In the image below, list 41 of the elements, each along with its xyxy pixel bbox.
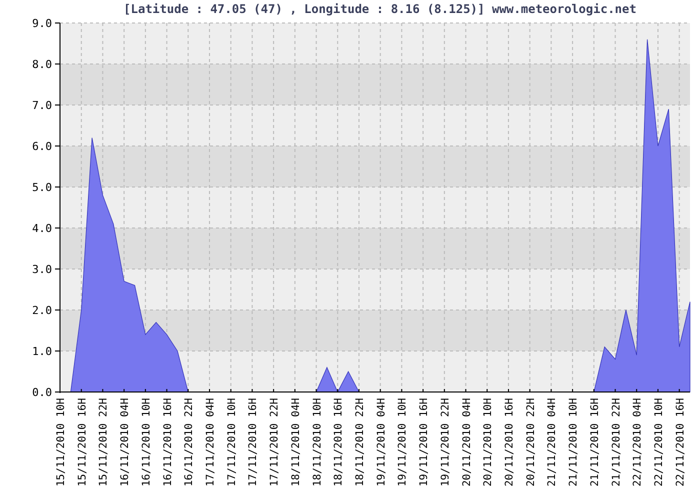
x-tick-label: 18/11/2010 10H (311, 398, 324, 487)
y-tick-label: 9.0 (32, 17, 52, 30)
x-tick-label: 17/11/2010 16H (247, 398, 260, 487)
x-tick-label: 16/11/2010 22H (183, 398, 196, 487)
x-tick-label: 15/11/2010 22H (98, 398, 110, 487)
x-tick-label: 22/11/2010 10H (652, 398, 665, 487)
chart-title: [Latitude : 47.05 (47) , Longitude : 8.16 (8.125)] www.meteorologic.net (122, 2, 636, 16)
y-tick-label: 1.0 (32, 345, 52, 358)
x-tick-label: 15/11/2010 16H (76, 398, 88, 487)
x-tick-label: 17/11/2010 10H (226, 398, 238, 487)
x-tick-label: 16/11/2010 04H (119, 398, 132, 487)
x-tick-label: 19/11/2010 16H (418, 398, 430, 487)
y-tick-label: 2.0 (32, 304, 52, 317)
x-tick-label: 16/11/2010 10H (140, 398, 152, 487)
y-tick-label: 4.0 (32, 222, 52, 235)
x-tick-label: 21/11/2010 04H (546, 398, 558, 487)
y-tick-label: 0.0 (32, 386, 52, 399)
x-tick-label: 20/11/2010 04H (460, 398, 473, 487)
y-tick-label: 5.0 (32, 181, 52, 194)
y-tick-label: 7.0 (32, 99, 52, 112)
x-tick-label: 20/11/2010 16H (503, 398, 516, 487)
x-tick-label: 18/11/2010 16H (332, 398, 345, 487)
x-tick-label: 21/11/2010 22H (610, 398, 622, 487)
x-tick-label: 19/11/2010 22H (439, 398, 452, 487)
x-tick-label: 20/11/2010 22H (524, 398, 537, 487)
x-tick-label: 22/11/2010 04H (632, 398, 644, 487)
x-tick-label: 19/11/2010 04H (375, 398, 388, 487)
x-tick-label: 18/11/2010 04H (290, 398, 302, 487)
x-tick-label: 18/11/2010 22H (354, 398, 366, 487)
x-tick-label: 19/11/2010 10H (396, 398, 409, 487)
y-tick-label: 6.0 (32, 140, 52, 153)
x-tick-label: 17/11/2010 22H (268, 398, 281, 487)
x-tick-label: 15/11/2010 10H (55, 398, 67, 487)
x-tick-label: 16/11/2010 16H (162, 398, 174, 487)
x-tick-label: 17/11/2010 04H (204, 398, 216, 487)
y-tick-label: 3.0 (32, 263, 52, 276)
x-tick-label: 21/11/2010 10H (568, 398, 580, 487)
x-tick-label: 20/11/2010 10H (482, 398, 494, 487)
x-tick-label: 22/11/2010 16H (674, 398, 686, 487)
x-tick-label: 21/11/2010 16H (588, 398, 601, 487)
y-tick-label: 8.0 (32, 58, 52, 71)
